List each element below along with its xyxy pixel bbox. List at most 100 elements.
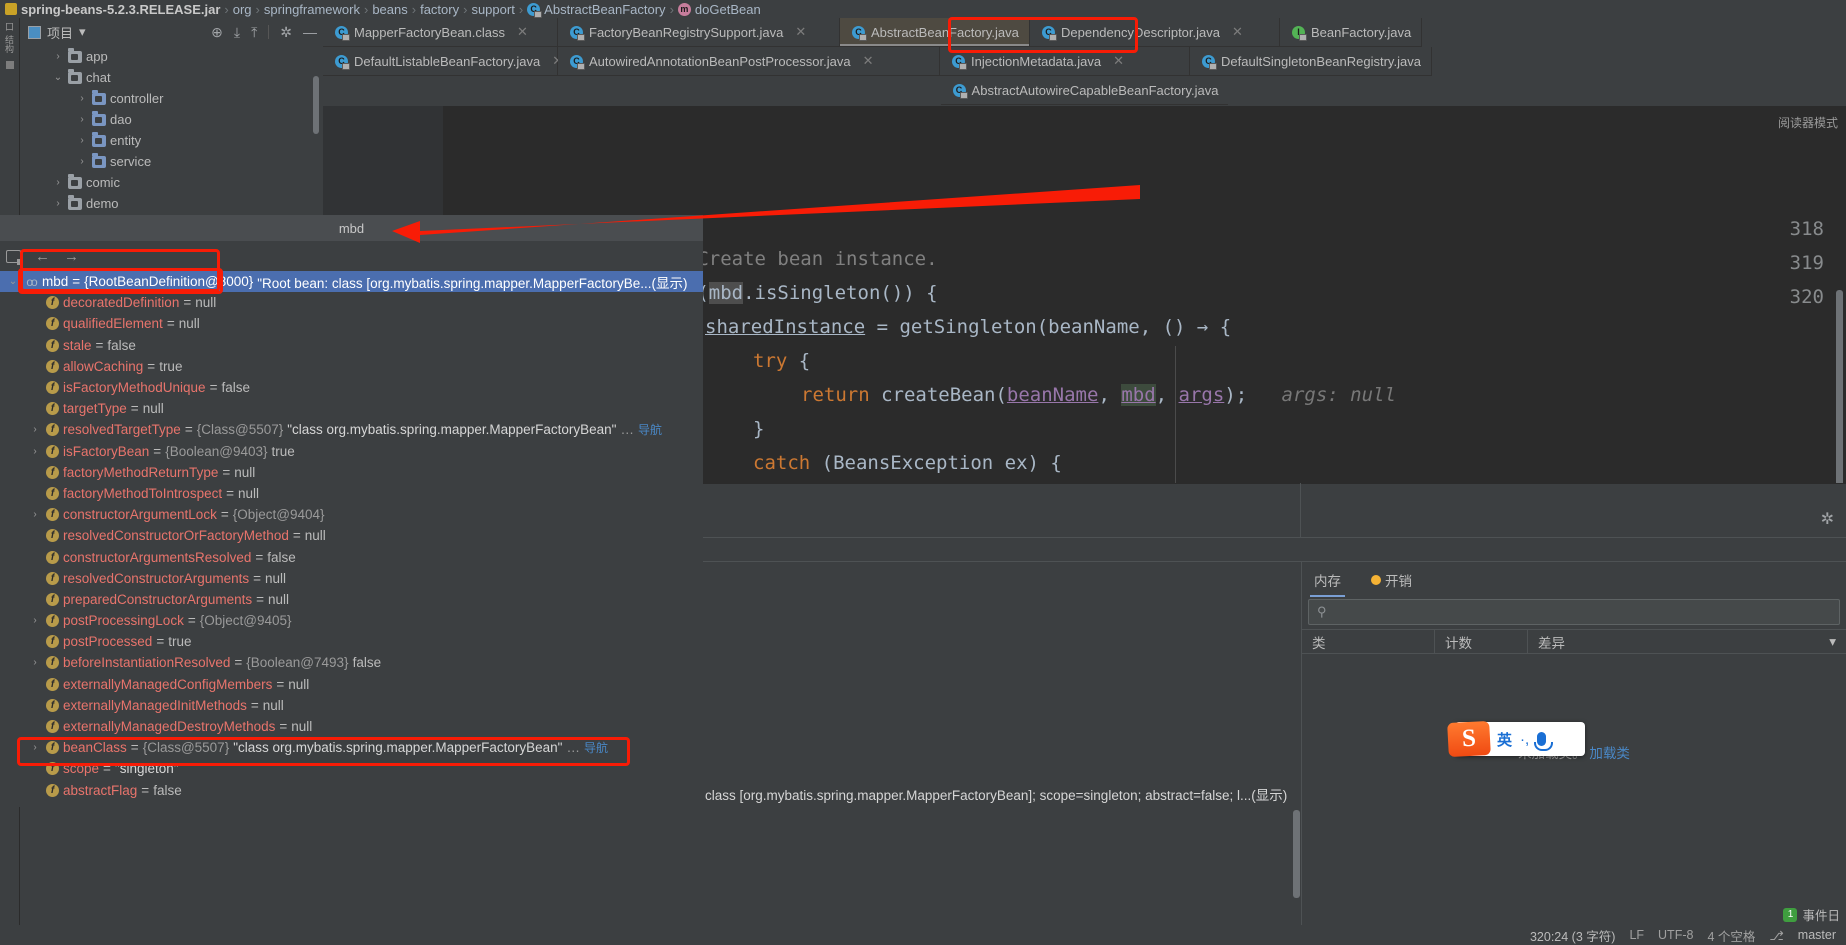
project-tree-item-comic[interactable]: › comic <box>28 172 323 193</box>
load-classes-link[interactable]: 加载类 <box>1589 746 1630 761</box>
ime-toolbar[interactable]: S 英 ·, <box>1447 720 1585 758</box>
variable-row-preparedConstructorArguments[interactable]: f preparedConstructorArguments = null <box>0 589 703 610</box>
project-tree-item-app[interactable]: › app <box>28 46 323 67</box>
editor-tab-AbstractAutowireCapableBeanFactory-java[interactable]: C AbstractAutowireCapableBeanFactory.java <box>940 76 1229 105</box>
variable-row-externallyManagedInitMethods[interactable]: f externallyManagedInitMethods = null <box>0 695 703 716</box>
left-strip-label-structure[interactable]: 结构 <box>3 35 16 53</box>
project-tree-item-service[interactable]: › service <box>28 151 323 172</box>
forward-arrow-icon[interactable]: → <box>64 248 79 265</box>
indent-setting[interactable]: 4 个空格 <box>1707 926 1755 945</box>
gear-icon[interactable]: ✲ <box>280 24 292 41</box>
project-tree-item-controller[interactable]: › controller <box>28 88 323 109</box>
variable-row-factoryMethodReturnType[interactable]: f factoryMethodReturnType = null <box>0 462 703 483</box>
navigate-link[interactable]: 导航 <box>584 739 608 756</box>
expand-all-icon[interactable]: ⤓ <box>234 24 240 41</box>
collapse-all-icon[interactable]: ⤒ <box>251 24 257 41</box>
variable-row-postProcessingLock[interactable]: › f postProcessingLock = {Object@9405} <box>0 610 703 631</box>
project-tree-scrollbar[interactable] <box>313 76 319 134</box>
chevron-right-icon[interactable]: › <box>28 615 42 626</box>
line-separator[interactable]: LF <box>1629 928 1644 942</box>
column-header-class[interactable]: 类 <box>1302 630 1435 653</box>
chevron-down-icon[interactable]: ▾ <box>1829 634 1836 650</box>
editor-tab-BeanFactory-java[interactable]: I BeanFactory.java <box>1280 18 1423 47</box>
file-encoding[interactable]: UTF-8 <box>1658 928 1693 942</box>
breadcrumb-item-0[interactable]: spring-beans-5.2.3.RELEASE.jar <box>2 2 223 17</box>
breadcrumb-item-5[interactable]: support <box>468 2 517 17</box>
chevron-right-icon[interactable]: › <box>52 177 64 188</box>
editor-tab-FactoryBeanRegistrySupport-java[interactable]: C FactoryBeanRegistrySupport.java ✕ <box>558 18 840 47</box>
memory-tab-内存[interactable]: 内存 <box>1310 562 1345 597</box>
chevron-right-icon[interactable]: › <box>52 198 64 209</box>
editor-tab-DefaultListableBeanFactory-java[interactable]: CDefaultListableBeanFactory.java✕ <box>323 47 563 76</box>
chevron-right-icon[interactable]: › <box>76 135 88 146</box>
chevron-down-icon[interactable]: ⌄ <box>52 72 64 83</box>
chevron-right-icon[interactable]: › <box>76 114 88 125</box>
locate-icon[interactable]: ⊕ <box>211 24 223 41</box>
editor-tab-DefaultSingletonBeanRegistry-java[interactable]: C DefaultSingletonBeanRegistry.java <box>1190 47 1432 76</box>
close-icon[interactable]: ✕ <box>795 24 806 40</box>
variable-row-qualifiedElement[interactable]: f qualifiedElement = null <box>0 313 703 334</box>
close-icon[interactable]: ✕ <box>1232 24 1243 40</box>
editor-tab-AbstractBeanFactory-java[interactable]: CAbstractBeanFactory.java✕ <box>840 18 1042 47</box>
variable-row-targetType[interactable]: f targetType = null <box>0 398 703 419</box>
chevron-down-icon[interactable]: ▾ <box>79 24 86 40</box>
evaluate-expression-icon[interactable] <box>6 249 23 265</box>
chevron-right-icon[interactable]: › <box>28 509 42 520</box>
variable-row-resolvedTargetType[interactable]: › f resolvedTargetType = {Class@5507} "cla… <box>0 419 703 440</box>
project-tree-item-dao[interactable]: › dao <box>28 109 323 130</box>
chevron-right-icon[interactable]: › <box>28 446 42 457</box>
debugger-variables-tree[interactable]: ⌄ oo mbd = {RootBeanDefinition@8000} "Root… <box>0 271 703 807</box>
watch-scrollbar[interactable] <box>1293 810 1300 898</box>
project-tree-item-demo[interactable]: › demo <box>28 193 323 214</box>
watch-value-area[interactable]: class [org.mybatis.spring.mapper.MapperF… <box>703 562 1300 945</box>
column-header-count[interactable]: 计数 <box>1435 630 1528 653</box>
close-icon[interactable]: ✕ <box>863 53 874 69</box>
chevron-down-icon[interactable]: ⌄ <box>6 276 20 287</box>
variable-row-resolvedConstructorOrFactoryMethod[interactable]: f resolvedConstructorOrFactoryMethod = nu… <box>0 525 703 546</box>
chevron-right-icon[interactable]: › <box>28 742 42 753</box>
project-tree-item-entity[interactable]: › entity <box>28 130 323 151</box>
variable-row-decoratedDefinition[interactable]: f decoratedDefinition = null <box>0 292 703 313</box>
navigate-link[interactable]: 导航 <box>638 421 662 438</box>
chevron-right-icon[interactable]: › <box>76 93 88 104</box>
variable-row-abstractFlag[interactable]: f abstractFlag = false <box>0 780 703 801</box>
variable-row-constructorArgumentsResolved[interactable]: f constructorArgumentsResolved = false <box>0 546 703 567</box>
breadcrumb-item-1[interactable]: org <box>230 2 255 17</box>
variable-row-beanClass[interactable]: › f beanClass = {Class@5507} "class org.my… <box>0 737 703 758</box>
mic-icon[interactable] <box>1534 732 1554 751</box>
variable-row-externallyManagedConfigMembers[interactable]: f externallyManagedConfigMembers = null <box>0 674 703 695</box>
variable-row-externallyManagedDestroyMethods[interactable]: f externallyManagedDestroyMethods = null <box>0 716 703 737</box>
column-header-diff[interactable]: 差异 ▾ <box>1528 630 1846 653</box>
breadcrumb-item-7[interactable]: m doGetBean <box>675 2 764 17</box>
reader-mode-label[interactable]: 阅读器模式 <box>1778 114 1838 131</box>
variable-row-postProcessed[interactable]: f postProcessed = true <box>0 631 703 652</box>
chevron-right-icon[interactable]: › <box>28 657 42 668</box>
variable-row-resolvedConstructorArguments[interactable]: f resolvedConstructorArguments = null <box>0 568 703 589</box>
left-strip-label[interactable]: 口 <box>3 22 16 31</box>
memory-tab-开销[interactable]: 开销 <box>1367 562 1416 597</box>
variable-row-stale[interactable]: f stale = false <box>0 335 703 356</box>
variable-row-constructorArgumentLock[interactable]: › f constructorArgumentLock = {Object@9404… <box>0 504 703 525</box>
breadcrumb-item-4[interactable]: factory <box>417 2 462 17</box>
variable-row-allowCaching[interactable]: f allowCaching = true <box>0 356 703 377</box>
breadcrumb[interactable]: spring-beans-5.2.3.RELEASE.jar › org › sprin… <box>0 0 1846 18</box>
editor-tab-AutowiredAnnotationBeanPostProcessor-java[interactable]: C AutowiredAnnotationBeanPostProcessor.ja… <box>558 47 940 76</box>
chevron-right-icon[interactable]: › <box>52 51 64 62</box>
git-branch-label[interactable]: master <box>1798 928 1836 942</box>
chevron-right-icon[interactable]: › <box>76 156 88 167</box>
breadcrumb-item-3[interactable]: beans <box>369 2 410 17</box>
close-icon[interactable]: ✕ <box>1113 53 1124 69</box>
project-title-group[interactable]: 项目 ▾ <box>28 23 86 42</box>
breadcrumb-item-2[interactable]: springframework <box>261 2 363 17</box>
caret-position[interactable]: 320:24 (3 字符) <box>1530 926 1615 945</box>
hide-icon[interactable]: — <box>303 24 317 40</box>
ime-punctuation-icon[interactable]: ·, <box>1520 731 1529 748</box>
project-tree[interactable]: › app ⌄ chat › controller › dao › entity › service ›… <box>20 46 323 214</box>
variable-row-factoryMethodToIntrospect[interactable]: f factoryMethodToIntrospect = null <box>0 483 703 504</box>
chevron-right-icon[interactable]: › <box>28 424 42 435</box>
project-tree-item-chat[interactable]: ⌄ chat <box>28 67 323 88</box>
back-arrow-icon[interactable]: ← <box>35 248 50 265</box>
variable-row-isFactoryMethodUnique[interactable]: f isFactoryMethodUnique = false <box>0 377 703 398</box>
event-log-indicator[interactable]: 1 事件日 <box>1783 905 1840 924</box>
variable-row-mbd[interactable]: ⌄ oo mbd = {RootBeanDefinition@8000} "Root… <box>0 271 703 293</box>
